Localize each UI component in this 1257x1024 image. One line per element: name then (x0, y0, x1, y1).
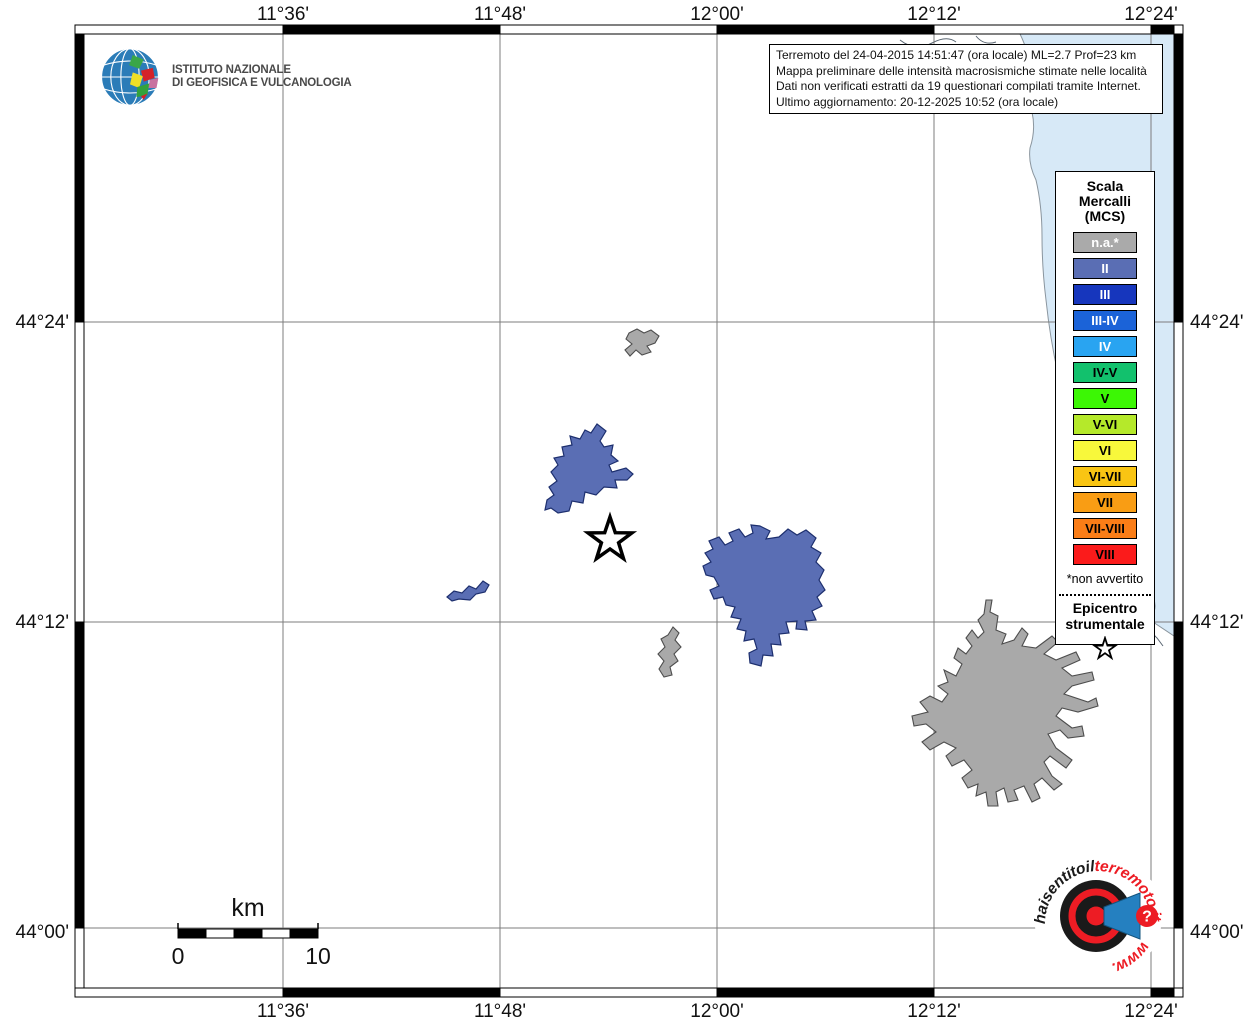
event-info-line: Dati non verificati estratti da 19 quest… (776, 79, 1141, 93)
legend-epicenter-star-icon (1091, 635, 1119, 661)
legend-swatch-vii-viii: VII-VIII (1073, 518, 1137, 539)
frame-segment (499, 987, 718, 998)
axis-label-right: 44°24' (1190, 312, 1244, 333)
legend-swatch-v: V (1073, 388, 1137, 409)
watermark-red-dot (1086, 906, 1106, 926)
frame-segment (1173, 987, 1184, 998)
ingv-logo: ISTITUTO NAZIONALE DI GEOFISICA E VULCAN… (98, 45, 352, 109)
frame-segment (74, 621, 85, 929)
axis-label-bottom: 11°36' (257, 1001, 309, 1022)
legend-swatch-ii: II (1073, 258, 1137, 279)
legend-swatch-iii-iv: III-IV (1073, 310, 1137, 331)
legend-title: Scala Mercalli (MCS) (1056, 179, 1154, 224)
frame-segment (282, 987, 501, 998)
scale-bar-segment (205, 928, 235, 939)
ingv-logo-line2: DI GEOFISICA E VULCANOLOGIA (172, 77, 352, 89)
frame-segment (1173, 621, 1184, 929)
axis-label-left: 44°24' (16, 312, 70, 333)
frame-segment (282, 24, 501, 35)
axis-label-right: 44°12' (1190, 612, 1244, 633)
legend-swatch-viii: VIII (1073, 544, 1137, 565)
frame-segment (1173, 321, 1184, 623)
scale-bar-segment (261, 928, 291, 939)
legend-swatch-v-vi: V-VI (1073, 414, 1137, 435)
axis-label-top: 12°00' (690, 4, 744, 25)
frame-segment (716, 987, 935, 998)
event-info-line: Ultimo aggiornamento: 20-12-2025 10:52 (… (776, 94, 1059, 109)
legend-title-line: Mercalli (1078, 193, 1132, 209)
legend-epicenter-label: Epicentro strumentale (1056, 600, 1154, 632)
frame-segment (74, 927, 85, 989)
scale-bar-segment (233, 928, 263, 939)
scale-bar-segment (289, 928, 319, 939)
frame-segment (933, 987, 1152, 998)
ingv-globe-icon (101, 48, 159, 106)
legend-footnote: *non avvertito (1066, 572, 1144, 586)
frame-segment (1173, 24, 1184, 35)
axis-label-left: 44°00' (16, 922, 70, 943)
frame-segment (716, 24, 935, 35)
frame-segment (1150, 24, 1175, 35)
axis-label-top: 11°36' (257, 4, 309, 25)
legend-title-line: Scala (1086, 178, 1124, 194)
map-land-background (84, 34, 1174, 988)
legend-epicenter-line: Epicentro (1072, 600, 1138, 616)
legend-swatch-vi-vii: VI-VII (1073, 466, 1137, 487)
legend-swatch-na: n.a.* (1073, 232, 1137, 253)
legend-title-line: (MCS) (1084, 208, 1126, 224)
legend-swatch-vi: VI (1073, 440, 1137, 461)
axis-label-bottom: 12°00' (690, 1001, 744, 1022)
axis-label-top: 12°24' (1124, 4, 1178, 25)
macroseismic-map-page: km 0 10 11°36' 11°48' 12°00' 12°12' 12°2… (0, 0, 1257, 1024)
frame-segment (74, 321, 85, 623)
frame-segment (499, 24, 718, 35)
axis-label-bottom: 12°24' (1124, 1001, 1178, 1022)
ingv-logo-line1: ISTITUTO NAZIONALE (172, 64, 291, 76)
scale-bar-segment (177, 928, 207, 939)
axis-label-bottom: 11°48' (474, 1001, 526, 1022)
scale-bar-unit-label: km (231, 894, 264, 922)
legend: Scala Mercalli (MCS) n.a.* II III III-IV… (1055, 171, 1155, 661)
legend-epicenter-line: strumentale (1065, 616, 1145, 632)
scale-bar-start-label: 0 (172, 943, 185, 969)
event-info-line: Terremoto del 24-04-2015 14:51:47 (ora l… (776, 48, 1137, 62)
frame-segment (933, 24, 1152, 35)
frame-segment (1150, 987, 1175, 998)
legend-entries: n.a.* II III III-IV IV IV-V V V-VI VI VI… (1056, 232, 1154, 565)
event-info-box: Terremoto del 24-04-2015 14:51:47 (ora l… (769, 44, 1163, 114)
axis-label-bottom: 12°12' (907, 1001, 961, 1022)
legend-swatch-iii: III (1073, 284, 1137, 305)
legend-swatch-iv: IV (1073, 336, 1137, 357)
legend-swatch-iv-v: IV-V (1073, 362, 1137, 383)
frame-segment (1173, 33, 1184, 323)
axis-label-right: 44°00' (1190, 922, 1244, 943)
scale-bar-end-label: 10 (305, 943, 331, 969)
frame-segment (74, 24, 284, 35)
frame-segment (1173, 927, 1184, 989)
ingv-logo-text: ISTITUTO NAZIONALE DI GEOFISICA E VULCAN… (172, 64, 352, 90)
watermark-question-mark: ? (1142, 909, 1152, 926)
frame-segment (74, 987, 284, 998)
haisentitoilterremoto-logo: haisentitoilterremoto.it www. ? (1034, 852, 1164, 980)
axis-label-left: 44°12' (16, 612, 70, 633)
frame-segment (74, 33, 85, 323)
event-info-line: Mappa preliminare delle intensità macros… (776, 63, 1147, 78)
axis-label-top: 12°12' (907, 4, 961, 25)
legend-swatch-vii: VII (1073, 492, 1137, 513)
legend-divider (1059, 594, 1151, 596)
axis-label-top: 11°48' (474, 4, 526, 25)
